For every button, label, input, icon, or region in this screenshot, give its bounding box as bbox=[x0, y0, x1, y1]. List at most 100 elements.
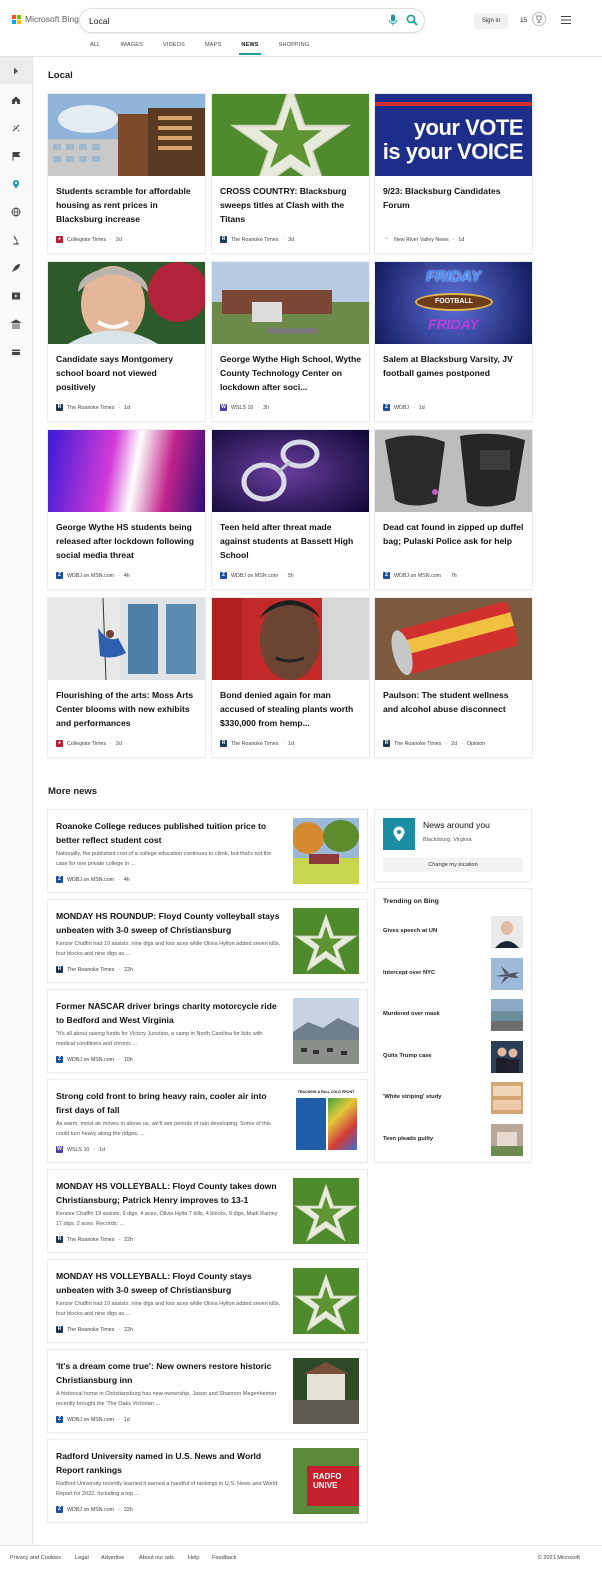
news-card[interactable]: Candidate says Montgomery school board n… bbox=[48, 262, 205, 421]
news-card[interactable]: FRIDAY FOOTBALL FRIDAY Salem at Blacksburg… bbox=[375, 262, 532, 421]
news-card[interactable]: Flourishing of the arts: Moss Arts Cente… bbox=[48, 598, 205, 757]
mugshot-image[interactable] bbox=[212, 598, 369, 680]
trending-item-label[interactable]: Teen pleads guilty bbox=[383, 1136, 433, 1142]
search-input[interactable] bbox=[89, 12, 369, 29]
chicken-meat-image[interactable] bbox=[491, 1082, 523, 1114]
more-news-item[interactable]: MONDAY HS ROUNDUP: Floyd County volleyba… bbox=[48, 900, 367, 982]
news-card-title[interactable]: 9/23: Blacksburg Candidates Forum bbox=[383, 184, 525, 212]
news-card[interactable]: your VOTE is your VOICE 9/23: Blacksburg … bbox=[375, 94, 532, 253]
police-lights-image[interactable] bbox=[48, 430, 205, 512]
science-icon[interactable] bbox=[11, 235, 21, 245]
news-card-title[interactable]: Students scramble for affordable housing… bbox=[56, 184, 198, 226]
courthouse-sign-image[interactable] bbox=[491, 1123, 523, 1156]
location-pin-icon[interactable] bbox=[11, 179, 21, 189]
vote-voice-image[interactable]: your VOTE is your VOICE bbox=[375, 94, 532, 176]
news-card[interactable]: Students scramble for affordable housing… bbox=[48, 94, 205, 253]
news-card-title[interactable]: George Wythe HS students being released … bbox=[56, 520, 198, 562]
sign-in-button[interactable]: Sign in bbox=[474, 13, 508, 29]
news-item-title[interactable]: Roanoke College reduces published tuitio… bbox=[56, 819, 282, 847]
college-sign-image[interactable] bbox=[293, 818, 359, 884]
news-card-title[interactable]: CROSS COUNTRY: Blacksburg sweeps titles … bbox=[220, 184, 362, 226]
motorcycles-mountains-image[interactable] bbox=[293, 998, 359, 1064]
news-card-title[interactable]: Dead cat found in zipped up duffel bag; … bbox=[383, 520, 525, 548]
news-item-title[interactable]: MONDAY HS VOLLEYBALL: Floyd County stays… bbox=[56, 1269, 282, 1297]
fighter-jet-image[interactable] bbox=[491, 957, 523, 990]
aerial-dancer-image[interactable] bbox=[48, 598, 205, 680]
video-icon[interactable] bbox=[11, 291, 21, 301]
friday-football-image[interactable]: FRIDAY FOOTBALL FRIDAY bbox=[375, 262, 532, 344]
rewards-trophy-icon[interactable] bbox=[532, 12, 546, 26]
sports-icon[interactable] bbox=[11, 123, 21, 133]
news-card-title[interactable]: Teen held after threat made against stud… bbox=[220, 520, 362, 562]
home-icon[interactable] bbox=[11, 95, 21, 105]
radford-sign-image[interactable]: RADFO UNIVE bbox=[293, 1448, 359, 1514]
payment-card-icon[interactable] bbox=[11, 347, 21, 357]
sidebar-toggle[interactable] bbox=[0, 57, 32, 84]
apartment-building-image[interactable] bbox=[48, 94, 205, 176]
change-location-button[interactable]: Change my location bbox=[383, 858, 523, 872]
trending-item-label[interactable]: Intercept over NYC bbox=[383, 970, 435, 976]
trending-item-label[interactable]: Gives speech at UN bbox=[383, 928, 437, 934]
news-card[interactable]: Paulson: The student wellness and alcoho… bbox=[375, 598, 532, 757]
footer-link-advertise[interactable]: Advertise bbox=[101, 1555, 124, 1561]
beer-can-image[interactable] bbox=[375, 598, 532, 680]
news-card-title[interactable]: George Wythe High School, Wythe County T… bbox=[220, 352, 362, 394]
search-icon[interactable] bbox=[406, 14, 418, 26]
news-card-title[interactable]: Flourishing of the arts: Moss Arts Cente… bbox=[56, 688, 198, 730]
news-card[interactable]: Bond denied again for man accused of ste… bbox=[212, 598, 369, 757]
trending-item-label[interactable]: Murdered over mask bbox=[383, 1011, 440, 1017]
news-card[interactable]: Teen held after threat made against stud… bbox=[212, 430, 369, 589]
footer-link-privacy[interactable]: Privacy and Cookies bbox=[10, 1555, 61, 1561]
news-item-title[interactable]: MONDAY HS VOLLEYBALL: Floyd County takes… bbox=[56, 1179, 282, 1207]
more-news-item[interactable]: 'It's a dream come true': New owners res… bbox=[48, 1350, 367, 1432]
tab-images[interactable]: IMAGES bbox=[120, 42, 143, 54]
weather-map-image[interactable]: TRACKING A FALL COLD FRONT bbox=[293, 1088, 359, 1154]
flag-icon[interactable] bbox=[11, 151, 21, 161]
globe-icon[interactable] bbox=[11, 207, 21, 217]
footer-link-feedback[interactable]: Feedback bbox=[212, 1555, 237, 1561]
news-card[interactable]: George Wythe HS students being released … bbox=[48, 430, 205, 589]
news-card-title[interactable]: Paulson: The student wellness and alcoho… bbox=[383, 688, 525, 716]
tab-maps[interactable]: MAPS bbox=[205, 42, 221, 54]
bing-logo[interactable]: Microsoft Bing bbox=[12, 14, 79, 24]
tab-videos[interactable]: VIDEOS bbox=[163, 42, 185, 54]
store-parking-image[interactable] bbox=[491, 999, 523, 1031]
rocket-icon[interactable] bbox=[11, 263, 21, 273]
news-item-title[interactable]: 'It's a dream come true': New owners res… bbox=[56, 1359, 282, 1387]
smiling-woman-image[interactable] bbox=[48, 262, 205, 344]
news-item-title[interactable]: Strong cold front to bring heavy rain, c… bbox=[56, 1089, 282, 1117]
news-card-title[interactable]: Salem at Blacksburg Varsity, JV football… bbox=[383, 352, 525, 380]
tab-shopping[interactable]: SHOPPING bbox=[279, 42, 310, 54]
microphone-icon[interactable] bbox=[388, 14, 398, 26]
news-item-title[interactable]: Former NASCAR driver brings charity moto… bbox=[56, 999, 282, 1027]
news-item-title[interactable]: MONDAY HS ROUNDUP: Floyd County volleyba… bbox=[56, 909, 282, 937]
more-news-item[interactable]: Strong cold front to bring heavy rain, c… bbox=[48, 1080, 367, 1162]
school-building-image[interactable] bbox=[212, 262, 369, 344]
politician-portrait-image[interactable] bbox=[491, 916, 523, 948]
grass-star-image[interactable] bbox=[293, 908, 359, 974]
news-item-title[interactable]: Radford University named in U.S. News an… bbox=[56, 1449, 282, 1477]
more-news-item[interactable]: Roanoke College reduces published tuitio… bbox=[48, 810, 367, 892]
grass-star-image[interactable] bbox=[212, 94, 369, 176]
news-card[interactable]: CROSS COUNTRY: Blacksburg sweeps titles … bbox=[212, 94, 369, 253]
bank-icon[interactable] bbox=[11, 319, 21, 329]
trending-item-label[interactable]: Quits Trump case bbox=[383, 1053, 432, 1059]
rewards-points[interactable]: 15 bbox=[520, 17, 527, 24]
grass-star-image[interactable] bbox=[293, 1268, 359, 1334]
news-card[interactable]: Dead cat found in zipped up duffel bag; … bbox=[375, 430, 532, 589]
more-news-item[interactable]: Former NASCAR driver brings charity moto… bbox=[48, 990, 367, 1072]
more-news-item[interactable]: Radford University named in U.S. News an… bbox=[48, 1440, 367, 1522]
tab-news[interactable]: NEWS bbox=[239, 42, 262, 55]
two-men-image[interactable] bbox=[491, 1040, 523, 1073]
handcuffs-image[interactable] bbox=[212, 430, 369, 512]
news-card-title[interactable]: Bond denied again for man accused of ste… bbox=[220, 688, 362, 730]
more-news-item[interactable]: MONDAY HS VOLLEYBALL: Floyd County takes… bbox=[48, 1170, 367, 1252]
footer-link-legal[interactable]: Legal bbox=[75, 1555, 89, 1561]
grass-star-image[interactable] bbox=[293, 1178, 359, 1244]
footer-link-about-ads[interactable]: About our ads bbox=[139, 1555, 174, 1561]
footer-link-help[interactable]: Help bbox=[188, 1555, 200, 1561]
hamburger-menu-icon[interactable] bbox=[561, 16, 571, 24]
trending-item-label[interactable]: 'White striping' study bbox=[383, 1094, 441, 1100]
more-news-item[interactable]: MONDAY HS VOLLEYBALL: Floyd County stays… bbox=[48, 1260, 367, 1342]
historic-inn-image[interactable] bbox=[293, 1358, 359, 1424]
